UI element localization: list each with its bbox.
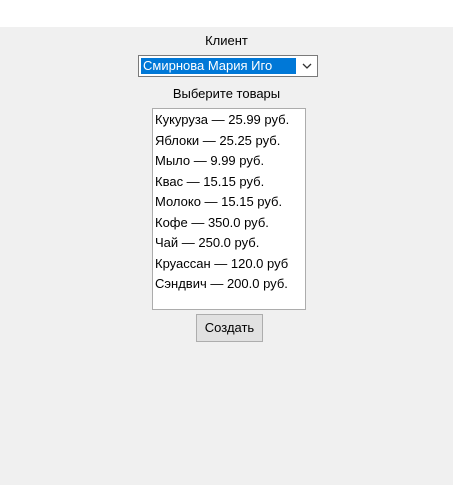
create-button[interactable]: Создать bbox=[196, 314, 263, 342]
list-item[interactable]: Квас — 15.15 руб. bbox=[153, 172, 305, 193]
list-item[interactable]: Мыло — 9.99 руб. bbox=[153, 151, 305, 172]
list-item[interactable]: Молоко — 15.15 руб. bbox=[153, 192, 305, 213]
client-combobox-value: Смирнова Мария Иго bbox=[141, 58, 296, 74]
chevron-down-icon[interactable] bbox=[299, 59, 315, 73]
list-item[interactable]: Яблоки — 25.25 руб. bbox=[153, 131, 305, 152]
list-item[interactable]: Сэндвич — 200.0 руб. bbox=[153, 274, 305, 295]
products-label: Выберите товары bbox=[172, 86, 281, 101]
list-item[interactable]: Чай — 250.0 руб. bbox=[153, 233, 305, 254]
list-item[interactable]: Кукуруза — 25.99 руб. bbox=[153, 110, 305, 131]
list-item[interactable]: Круассан — 120.0 руб bbox=[153, 254, 305, 275]
client-label: Клиент bbox=[205, 33, 248, 48]
products-listbox[interactable]: Кукуруза — 25.99 руб. Яблоки — 25.25 руб… bbox=[152, 108, 306, 310]
list-item[interactable]: Кофе — 350.0 руб. bbox=[153, 213, 305, 234]
client-combobox[interactable]: Смирнова Мария Иго bbox=[138, 55, 318, 77]
